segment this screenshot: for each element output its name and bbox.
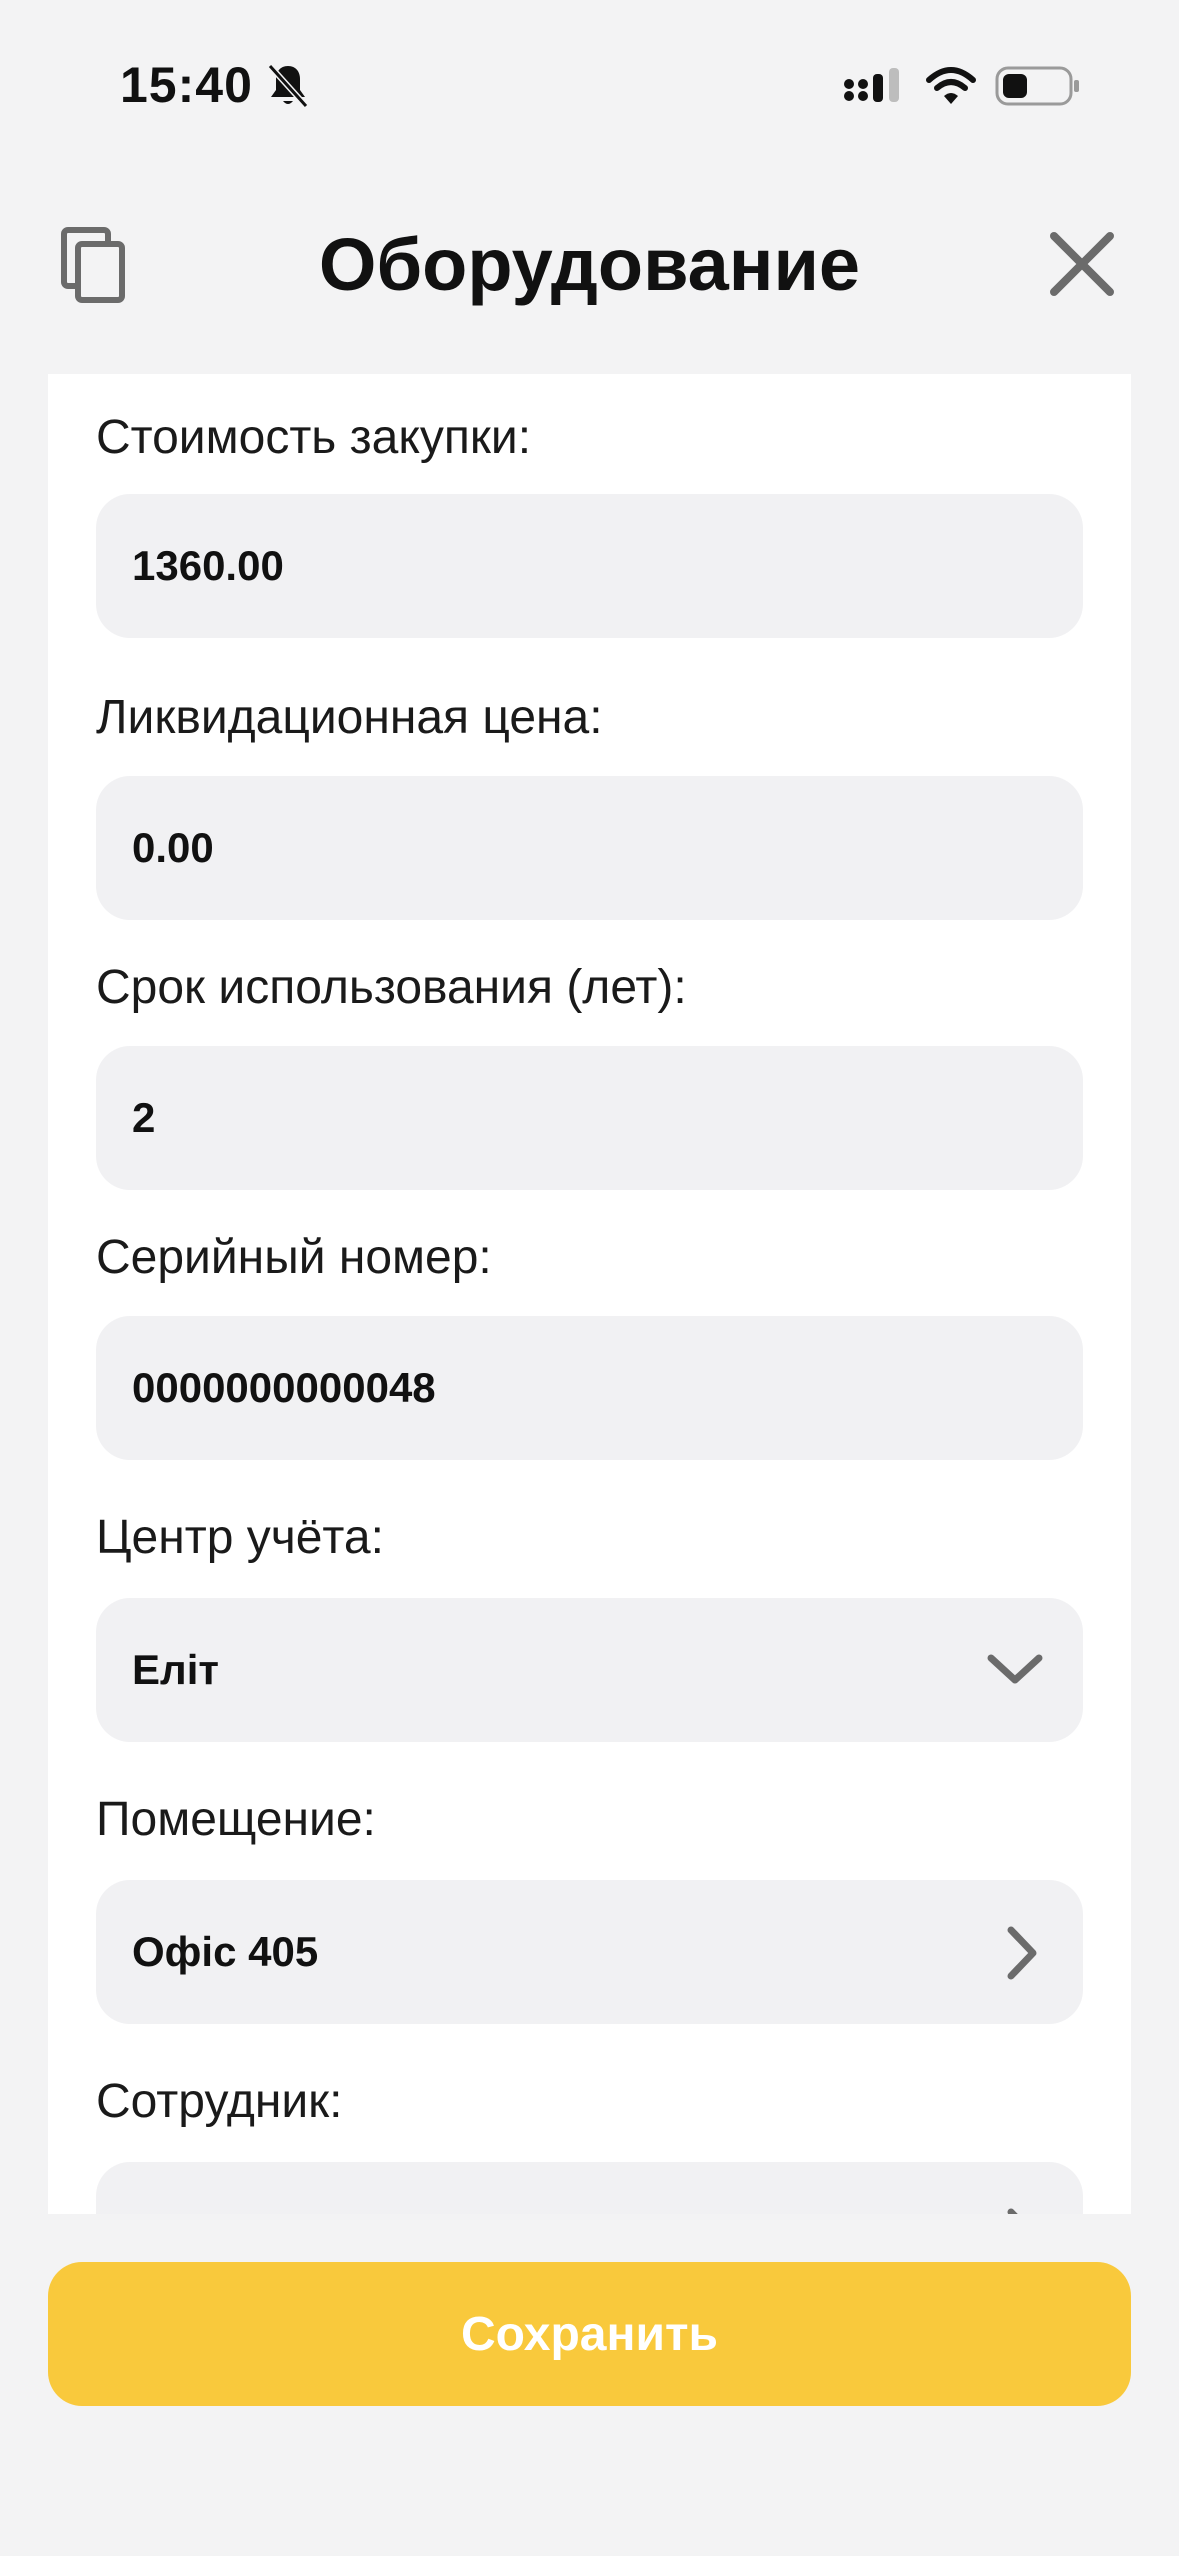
employee-label: Сотрудник: — [96, 2075, 343, 2128]
liquidation-price-input[interactable]: 0.00 — [96, 776, 1083, 920]
accounting-center-value: Еліт — [132, 1646, 219, 1693]
chevron-right-icon — [1007, 2208, 1018, 2214]
liquidation-price-value: 0.00 — [132, 824, 214, 871]
useful-life-label: Срок использования (лет): — [96, 961, 687, 1014]
serial-number-input[interactable]: 0000000000048 — [96, 1316, 1083, 1460]
save-button-label: Сохранить — [460, 2307, 718, 2361]
status-bar: 15:40 — [0, 0, 1179, 150]
equipment-form: Стоимость закупки: 1360.00 Ликвидационна… — [48, 374, 1131, 2214]
close-icon[interactable] — [1046, 228, 1118, 300]
wifi-icon — [926, 67, 976, 104]
room-selector[interactable]: Офіс 405 — [96, 1880, 1083, 2024]
chevron-right-icon — [1007, 1926, 1037, 1980]
liquidation-price-label: Ликвидационная цена: — [96, 691, 603, 744]
page-title: Оборудование — [318, 223, 861, 306]
battery-icon — [995, 66, 1079, 106]
cellular-signal-icon — [844, 68, 899, 102]
accounting-center-label: Центр учёта: — [96, 1511, 384, 1564]
status-time: 15:40 — [120, 57, 253, 113]
room-value: Офіс 405 — [132, 1928, 319, 1975]
employee-selector[interactable] — [96, 2162, 1083, 2214]
header: Оборудование — [0, 200, 1179, 330]
chevron-down-icon — [987, 1654, 1043, 1684]
save-button[interactable]: Сохранить — [48, 2262, 1131, 2406]
purchase-cost-label: Стоимость закупки: — [96, 411, 532, 464]
room-label: Помещение: — [96, 1793, 376, 1846]
purchase-cost-input[interactable]: 1360.00 — [96, 494, 1083, 638]
bell-slash-icon — [267, 63, 309, 109]
useful-life-value: 2 — [132, 1094, 156, 1141]
accounting-center-select[interactable]: Еліт — [96, 1598, 1083, 1742]
purchase-cost-value: 1360.00 — [132, 542, 284, 589]
useful-life-input[interactable]: 2 — [96, 1046, 1083, 1190]
serial-number-label: Серийный номер: — [96, 1231, 492, 1284]
serial-number-value: 0000000000048 — [132, 1364, 436, 1411]
